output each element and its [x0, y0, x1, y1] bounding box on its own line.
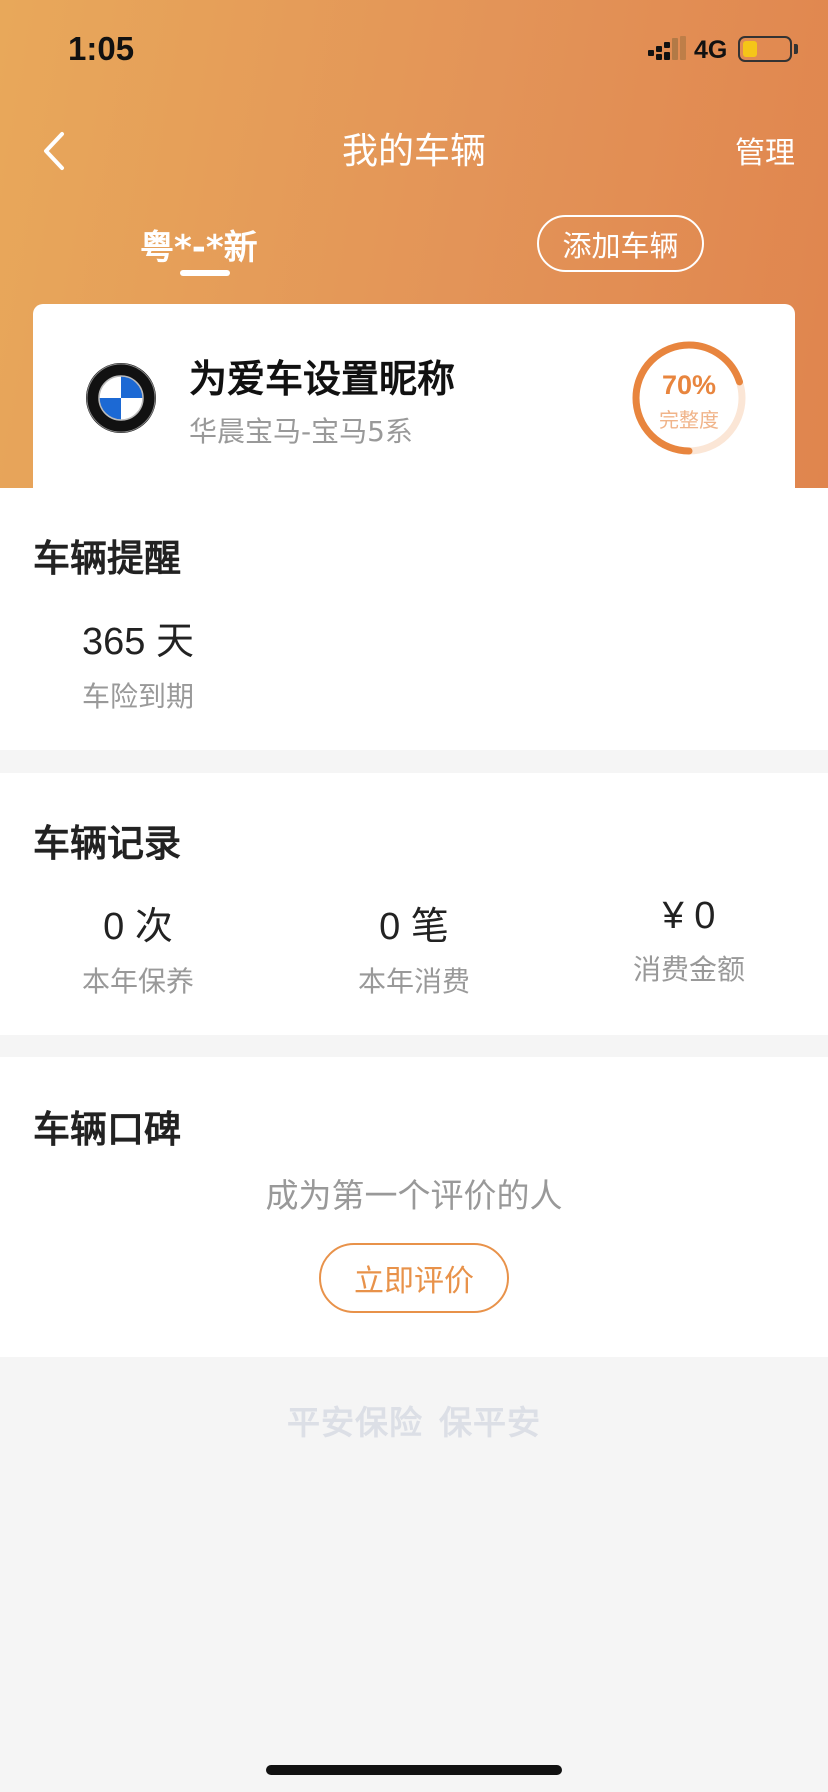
battery-tip — [794, 44, 798, 54]
network-type: 4G — [694, 36, 728, 64]
insurance-expiry-value: 365 天 — [82, 621, 194, 663]
slogan-part-1: 平安保险 — [287, 1403, 423, 1442]
reviews-title: 车辆口碑 — [33, 1108, 181, 1151]
vehicle-card[interactable]: 为爱车设置昵称 华晨宝马-宝马5系 70% 完整度 — [33, 304, 795, 488]
insurance-expiry-stat[interactable]: 365 天 车险到期 — [38, 610, 238, 715]
insurance-expiry-label: 车险到期 — [81, 680, 194, 713]
car-nickname[interactable]: 为爱车设置昵称 — [189, 348, 455, 403]
expense-amount-value: ¥ 0 — [662, 895, 716, 937]
tab-active-indicator — [180, 270, 230, 276]
expense-amount-stat[interactable]: ¥ 0 消费金额 — [589, 895, 789, 988]
signal-icon — [648, 36, 686, 60]
maintenance-count-stat[interactable]: 0 次 本年保养 — [38, 895, 238, 1000]
battery-icon — [738, 36, 792, 62]
add-vehicle-button[interactable]: 添加车辆 — [537, 215, 704, 272]
write-review-button[interactable]: 立即评价 — [319, 1243, 509, 1313]
reviews-empty-text: 成为第一个评价的人 — [265, 1176, 563, 1215]
car-model: 华晨宝马-宝马5系 — [189, 415, 413, 448]
reminder-title: 车辆提醒 — [33, 537, 181, 580]
records-title: 车辆记录 — [33, 822, 181, 865]
expense-amount-label: 消费金额 — [632, 953, 745, 986]
status-bar: 1:05 4G — [0, 0, 828, 100]
expense-count-label: 本年消费 — [357, 965, 470, 998]
expense-count-stat[interactable]: 0 笔 本年消费 — [314, 895, 514, 1000]
status-time: 1:05 — [68, 30, 135, 67]
vehicle-reminder-section: 车辆提醒 365 天 车险到期 — [0, 488, 828, 750]
page-title: 我的车辆 — [341, 131, 486, 172]
manage-button[interactable]: 管理 — [735, 128, 795, 172]
maintenance-count-value: 0 次 — [103, 906, 173, 948]
completeness-label: 完整度 — [659, 408, 719, 432]
expense-count-value: 0 笔 — [379, 906, 449, 948]
home-indicator — [266, 1765, 562, 1775]
tab-plate[interactable]: 粤*-*新 — [140, 220, 258, 269]
maintenance-count-label: 本年保养 — [81, 965, 194, 998]
slogan-part-2: 保平安 — [439, 1403, 541, 1442]
vehicle-reviews-section: 车辆口碑 成为第一个评价的人 立即评价 — [0, 1057, 828, 1357]
vehicle-records-section: 车辆记录 0 次 本年保养 0 笔 本年消费 ¥ 0 消费金额 — [0, 773, 828, 1035]
footer-slogan: 平安保险 保平安 — [0, 1396, 828, 1444]
bmw-logo — [86, 363, 156, 433]
completeness-percent: 70% — [661, 370, 717, 400]
